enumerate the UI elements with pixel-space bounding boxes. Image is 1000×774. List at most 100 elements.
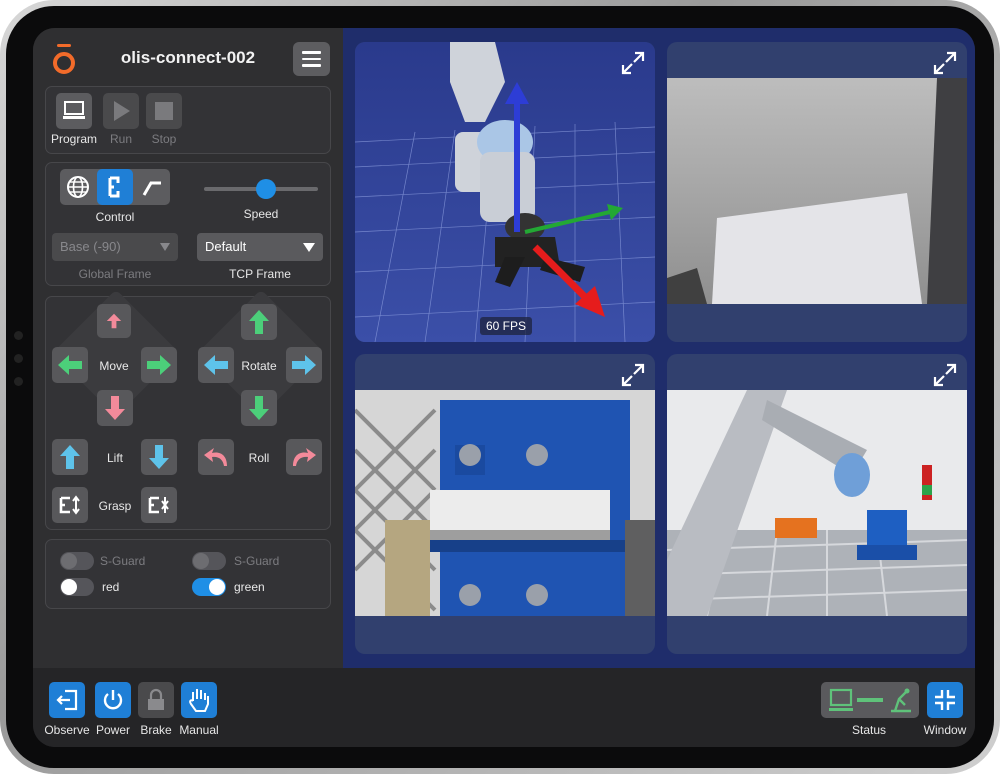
- camera-feed-1: [667, 78, 967, 304]
- program-button[interactable]: [56, 93, 92, 129]
- arrow-down-icon: [249, 396, 269, 420]
- joint-icon: [142, 181, 161, 196]
- brake-button[interactable]: [138, 682, 174, 718]
- power-label: Power: [95, 723, 130, 737]
- move-up-button[interactable]: [97, 304, 131, 338]
- speed-slider[interactable]: [204, 179, 318, 199]
- robot-3d-render: [355, 42, 655, 342]
- camera-feed-2: [355, 390, 655, 616]
- red-label: red: [102, 580, 120, 594]
- camera-view-2[interactable]: [355, 354, 655, 654]
- grasp-icon: [59, 495, 80, 515]
- grasp-open-button[interactable]: [141, 487, 177, 523]
- dropdown-arrow-icon: [160, 243, 170, 251]
- jog-panel: Move Rotate Lift Roll Grasp: [45, 289, 331, 530]
- status-connection-icon: [829, 688, 911, 713]
- global-frame-value: Base (-90): [60, 239, 121, 254]
- rotate-label: Rotate: [241, 359, 277, 373]
- status-indicator[interactable]: [821, 682, 919, 718]
- program-panel: Program Run Stop: [45, 86, 331, 154]
- stop-icon: [155, 102, 173, 120]
- io-panel: S-Guard S-Guard red green: [45, 539, 331, 609]
- move-left-button[interactable]: [52, 347, 88, 383]
- arrow-left-icon: [58, 355, 82, 375]
- rotate-right-button[interactable]: [286, 347, 322, 383]
- control-label: Control: [95, 210, 135, 224]
- window-label: Window: [923, 723, 967, 737]
- speed-slider-thumb[interactable]: [256, 179, 276, 199]
- header: olis-connect-002: [33, 28, 343, 86]
- program-label: Program: [50, 132, 97, 146]
- tcp-frame-label: TCP Frame: [229, 267, 291, 281]
- expand-icon[interactable]: [620, 50, 646, 76]
- red-toggle[interactable]: [60, 578, 94, 596]
- collapse-icon: [935, 690, 955, 710]
- control-panel: Control Speed Base (-90) Global Frame De…: [45, 162, 331, 286]
- arrow-up-icon: [60, 445, 80, 469]
- roll-label: Roll: [248, 451, 270, 465]
- stop-label: Stop: [151, 132, 177, 146]
- speed-label: Speed: [243, 207, 279, 221]
- global-mode-button[interactable]: [60, 169, 96, 205]
- app-screen: olis-connect-002 Program Run Stop Contro…: [33, 28, 975, 747]
- rotate-up-button[interactable]: [241, 304, 277, 340]
- roll-right-button[interactable]: [286, 439, 322, 475]
- expand-icon[interactable]: [620, 362, 646, 388]
- move-right-button[interactable]: [141, 347, 177, 383]
- observe-button[interactable]: [49, 682, 85, 718]
- expand-icon[interactable]: [932, 362, 958, 388]
- tool-mode-button[interactable]: [97, 169, 133, 205]
- arrow-right-icon: [147, 355, 171, 375]
- move-down-button[interactable]: [97, 390, 133, 426]
- sguard-toggle-2[interactable]: [192, 552, 226, 570]
- roll-left-button[interactable]: [198, 439, 234, 475]
- joint-mode-button[interactable]: [134, 169, 170, 205]
- manual-label: Manual: [179, 723, 219, 737]
- grasp-label: Grasp: [98, 499, 132, 513]
- grasp-icon: [148, 496, 169, 514]
- global-frame-select[interactable]: Base (-90): [52, 233, 178, 261]
- sguard-toggle-1[interactable]: [60, 552, 94, 570]
- roll-right-icon: [293, 448, 316, 466]
- fps-counter: 60 FPS: [480, 317, 533, 335]
- run-button[interactable]: [103, 93, 139, 129]
- power-button[interactable]: [95, 682, 131, 718]
- move-label: Move: [99, 359, 129, 373]
- dropdown-arrow-icon: [303, 243, 315, 252]
- bottom-toolbar: Observe Power Brake Manual Status Window: [33, 668, 975, 747]
- brake-label: Brake: [140, 723, 172, 737]
- lift-label: Lift: [106, 451, 123, 465]
- arrow-up-icon: [106, 313, 122, 329]
- arrow-up-icon: [249, 310, 269, 334]
- side-dots: [14, 331, 24, 451]
- lift-up-button[interactable]: [52, 439, 88, 475]
- window-button[interactable]: [927, 682, 963, 718]
- tcp-frame-value: Default: [205, 239, 247, 254]
- expand-icon[interactable]: [932, 50, 958, 76]
- tcp-frame-select[interactable]: Default: [197, 233, 323, 261]
- arrow-right-icon: [292, 355, 316, 375]
- view-grid: 60 FPS: [343, 28, 975, 668]
- control-sidebar: olis-connect-002 Program Run Stop Contro…: [33, 28, 343, 668]
- play-icon: [114, 101, 130, 121]
- stop-button[interactable]: [146, 93, 182, 129]
- camera-view-3[interactable]: [667, 354, 967, 654]
- manual-button[interactable]: [181, 682, 217, 718]
- menu-button[interactable]: [293, 42, 330, 76]
- sguard-label-2: S-Guard: [234, 554, 280, 568]
- camera-feed-3: [667, 390, 967, 616]
- power-icon: [103, 690, 123, 710]
- rotate-down-button[interactable]: [241, 390, 277, 426]
- lift-down-button[interactable]: [141, 439, 177, 475]
- status-label: Status: [851, 723, 887, 737]
- rotate-left-button[interactable]: [198, 347, 234, 383]
- camera-view-1[interactable]: [667, 42, 967, 342]
- monitor-icon: [63, 101, 85, 119]
- hand-icon: [189, 689, 209, 712]
- green-toggle[interactable]: [192, 578, 226, 596]
- view-3d[interactable]: 60 FPS: [355, 42, 655, 342]
- gripper-icon: [108, 176, 120, 198]
- globe-icon: [67, 176, 89, 198]
- observe-label: Observe: [44, 723, 90, 737]
- grasp-close-button[interactable]: [52, 487, 88, 523]
